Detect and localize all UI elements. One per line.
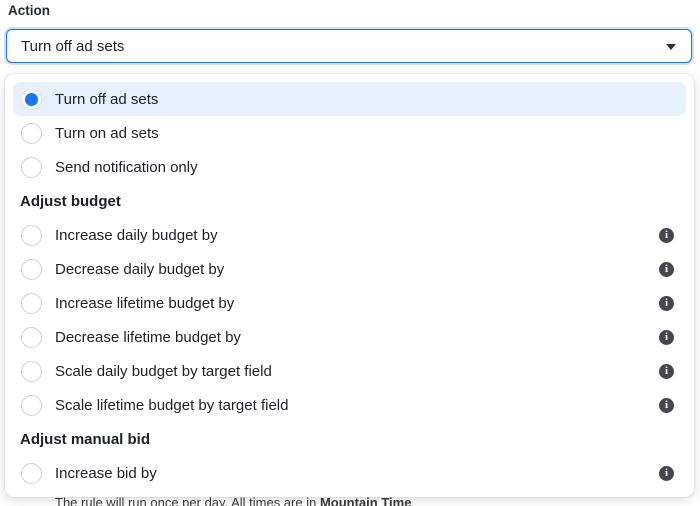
- dropdown-option-label: Increase daily budget by: [55, 227, 218, 244]
- dropdown-option[interactable]: Scale daily budget by target field i: [13, 354, 686, 388]
- action-dropdown-menu: Turn off ad sets i Turn on ad sets i Sen…: [5, 74, 694, 497]
- dropdown-option-label: Increase bid by: [55, 465, 157, 482]
- dropdown-option-label: Send notification only: [55, 159, 198, 176]
- dropdown-section-header-label: Adjust budget: [20, 193, 121, 210]
- action-select-value: Turn off ad sets: [21, 38, 124, 55]
- radio-button-icon[interactable]: [21, 157, 42, 178]
- dropdown-option[interactable]: Send notification only i: [13, 150, 686, 184]
- dropdown-option-label: Decrease lifetime budget by: [55, 329, 241, 346]
- info-icon[interactable]: i: [659, 296, 674, 311]
- dropdown-option[interactable]: Increase bid by i: [13, 456, 686, 490]
- dropdown-list: Turn off ad sets i Turn on ad sets i Sen…: [13, 82, 686, 490]
- radio-button-icon[interactable]: [21, 89, 42, 110]
- radio-button-icon[interactable]: [21, 225, 42, 246]
- action-select[interactable]: Turn off ad sets: [6, 29, 692, 63]
- info-icon[interactable]: i: [659, 364, 674, 379]
- dropdown-section-header-label: Adjust manual bid: [20, 431, 150, 448]
- info-icon[interactable]: i: [659, 398, 674, 413]
- dropdown-option[interactable]: Scale lifetime budget by target field i: [13, 388, 686, 422]
- radio-button-icon[interactable]: [21, 463, 42, 484]
- chevron-down-icon: [666, 44, 676, 50]
- radio-button-icon[interactable]: [21, 259, 42, 280]
- dropdown-option-label: Turn off ad sets: [55, 91, 158, 108]
- action-field-label: Action: [8, 3, 50, 18]
- info-icon[interactable]: i: [659, 330, 674, 345]
- dropdown-option[interactable]: Decrease daily budget by i: [13, 252, 686, 286]
- info-icon[interactable]: i: [659, 228, 674, 243]
- radio-button-icon[interactable]: [21, 395, 42, 416]
- dropdown-option-label: Scale lifetime budget by target field: [55, 397, 288, 414]
- dropdown-option-label: Scale daily budget by target field: [55, 363, 272, 380]
- radio-button-icon[interactable]: [21, 123, 42, 144]
- dropdown-option-label: Decrease daily budget by: [55, 261, 224, 278]
- dropdown-option-label: Increase lifetime budget by: [55, 295, 234, 312]
- dropdown-option[interactable]: Turn on ad sets i: [13, 116, 686, 150]
- dropdown-option[interactable]: Decrease lifetime budget by i: [13, 320, 686, 354]
- dropdown-section-header: Adjust budget: [13, 184, 686, 218]
- info-icon[interactable]: i: [659, 466, 674, 481]
- dropdown-option[interactable]: Increase daily budget by i: [13, 218, 686, 252]
- dropdown-option[interactable]: Turn off ad sets i: [13, 82, 686, 116]
- dropdown-option[interactable]: Increase lifetime budget by i: [13, 286, 686, 320]
- radio-button-icon[interactable]: [21, 327, 42, 348]
- radio-button-icon[interactable]: [21, 293, 42, 314]
- info-icon[interactable]: i: [659, 262, 674, 277]
- dropdown-section-header: Adjust manual bid: [13, 422, 686, 456]
- dropdown-option-label: Turn on ad sets: [55, 125, 159, 142]
- radio-button-icon[interactable]: [21, 361, 42, 382]
